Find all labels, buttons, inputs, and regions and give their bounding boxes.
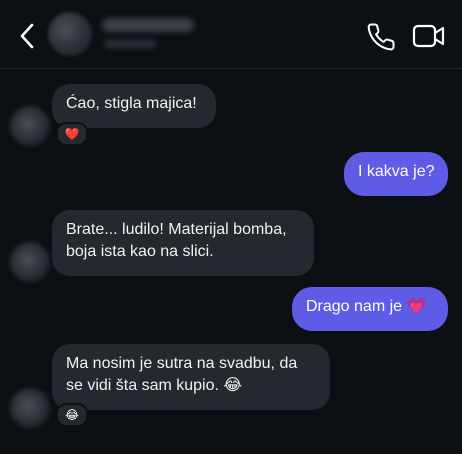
call-button[interactable] — [366, 22, 396, 52]
message-bubble-outgoing[interactable]: I kakva je? — [344, 152, 448, 196]
video-camera-icon — [412, 24, 445, 48]
message-text-line: Ma nosim je sutra na svadbu, da — [66, 355, 298, 372]
message-text: Drago nam je — [306, 298, 403, 315]
message-text: Ćao, stigla majica! — [66, 95, 197, 112]
laughing-emoji: 😂 — [223, 377, 243, 394]
message-bubble-incoming[interactable]: Ma nosim je sutra na svadbu, da se vidi … — [52, 344, 330, 410]
sender-avatar[interactable] — [10, 242, 50, 282]
heart-reaction-icon: ❤️ — [64, 127, 80, 141]
video-call-button[interactable] — [412, 22, 446, 50]
contact-name[interactable] — [102, 18, 194, 32]
message-bubble-outgoing[interactable]: Drago nam je 💗 — [292, 287, 448, 331]
message-text-line: Brate... ludilo! Materijal bomba, — [66, 221, 287, 238]
chat-header — [0, 0, 462, 69]
chevron-left-icon — [20, 23, 34, 49]
message-reaction[interactable]: ❤️ — [56, 122, 88, 146]
message-reaction[interactable]: 😂 — [56, 403, 88, 427]
message-text: I kakva je? — [358, 163, 435, 180]
contact-status — [104, 40, 156, 48]
message-bubble-incoming[interactable]: Brate... ludilo! Materijal bomba, boja i… — [52, 210, 314, 276]
back-button[interactable] — [14, 20, 42, 52]
pink-heart-emoji: 💗 — [406, 298, 427, 315]
phone-icon — [367, 23, 395, 51]
sender-avatar[interactable] — [10, 106, 50, 146]
laughing-reaction-icon: 😂 — [64, 408, 80, 422]
message-text-line: se vidi šta sam kupio. — [66, 377, 219, 394]
sender-avatar[interactable] — [10, 388, 50, 428]
contact-avatar[interactable] — [48, 12, 92, 56]
message-text-line: boja ista kao na slici. — [66, 243, 214, 260]
